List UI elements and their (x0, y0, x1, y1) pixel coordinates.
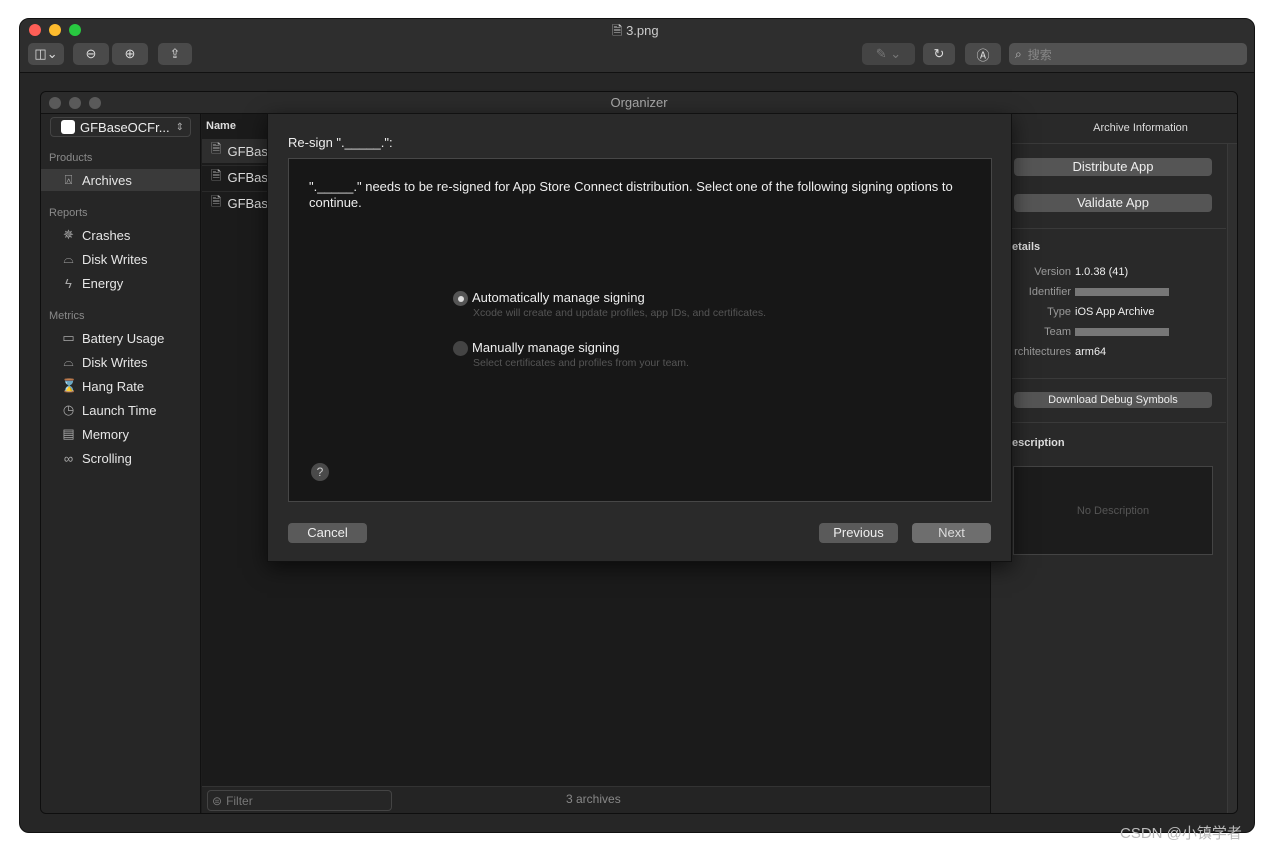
file-icon: 🗎 (612, 23, 627, 38)
zoom-out-icon: ⊖ (85, 46, 97, 61)
help-button[interactable]: ? (311, 463, 329, 481)
column-header-name[interactable]: Name (206, 120, 236, 132)
crash-icon: ✵ (63, 227, 74, 242)
bolt-icon: ϟ (65, 275, 72, 291)
help-icon: ? (316, 465, 324, 479)
archive-count: 3 archives (566, 792, 621, 806)
archive-file-icon: 🗎 (211, 167, 222, 183)
markup-button[interactable]: ✎ ⌄ (862, 43, 915, 65)
hourglass-icon: ⌛ (61, 378, 78, 393)
redacted-identifier (1075, 288, 1169, 296)
pen-icon: ✎ ⌄ (875, 46, 902, 61)
architectures-row: rchitectures arm64 (1014, 346, 1107, 358)
sidebar-item-hang-rate[interactable]: ⌛ Hang Rate (41, 375, 200, 397)
sidebar-icon: ◫⌄ (34, 46, 58, 61)
resign-message: "._____." needs to be re-signed for App … (309, 179, 953, 210)
watermark: CSDN @小镇学者 (1120, 825, 1242, 842)
sidebar-item-scrolling[interactable]: ∞ Scrolling (41, 447, 200, 469)
sidebar: GFBaseOCFr... ⇕ Products ⍓ Archives Repor… (41, 114, 201, 813)
disk-icon: ⌓ (63, 251, 74, 266)
validate-app-button[interactable]: Validate App (1014, 194, 1212, 212)
cancel-button[interactable]: Cancel (288, 523, 367, 543)
zoom-in-button[interactable]: ⊕ (112, 43, 148, 65)
archive-file-icon: 🗎 (211, 141, 222, 156)
organizer-titlebar: Organizer (41, 92, 1237, 114)
download-debug-symbols-button[interactable]: Download Debug Symbols (1014, 392, 1212, 408)
description-heading: escription (1012, 437, 1065, 449)
memory-icon: ▤ (62, 426, 75, 441)
zoom-button[interactable] (89, 97, 101, 109)
rotate-button[interactable]: ↻ (923, 43, 955, 65)
table-row[interactable]: 🗎 GFBas (202, 139, 272, 163)
close-button[interactable] (29, 24, 41, 36)
clock-icon: ◷ (62, 402, 75, 417)
identifier-row: Identifier (991, 286, 1231, 298)
archive-file-icon: 🗎 (211, 193, 222, 209)
team-row: Team (991, 326, 1231, 338)
section-products: Products (49, 152, 93, 164)
disk-icon: ⌓ (63, 354, 74, 369)
share-button[interactable]: ⇪ (158, 43, 192, 65)
version-row: Version 1.0.38 (41) (1034, 266, 1129, 278)
section-metrics: Metrics (49, 310, 85, 322)
section-reports: Reports (49, 207, 88, 219)
table-row[interactable]: 🗎 GFBas (202, 165, 272, 189)
sidebar-item-battery-usage[interactable]: ▭ Battery Usage (41, 327, 200, 349)
sidebar-item-disk-writes-metric[interactable]: ⌓ Disk Writes (41, 351, 200, 373)
sheet-title: Re-sign "._____.": (288, 135, 393, 150)
minimize-button[interactable] (49, 24, 61, 36)
sidebar-item-disk-writes[interactable]: ⌓ Disk Writes (41, 248, 200, 270)
list-footer: ⊜ Filter 3 archives (202, 786, 990, 813)
archive-icon: ⍓ (64, 172, 73, 187)
details-heading: etails (1012, 241, 1041, 253)
rotate-icon: ↻ (933, 46, 945, 61)
table-row[interactable]: 🗎 GFBas (202, 191, 272, 215)
search-icon: ⌕ (1015, 46, 1022, 61)
sidebar-item-memory[interactable]: ▤ Memory (41, 423, 200, 445)
sidebar-item-archives[interactable]: ⍓ Archives (41, 169, 200, 191)
distribute-app-button[interactable]: Distribute App (1014, 158, 1212, 176)
sidebar-item-crashes[interactable]: ✵ Crashes (41, 224, 200, 246)
filter-input[interactable]: ⊜ Filter (207, 790, 392, 811)
markup-icon: Ⓐ (976, 47, 990, 63)
minimize-button[interactable] (69, 97, 81, 109)
updown-chevron-icon: ⇕ (175, 121, 184, 133)
scheme-selector[interactable]: GFBaseOCFr... ⇕ (50, 117, 191, 137)
app-icon (61, 120, 75, 134)
zoom-out-button[interactable]: ⊖ (73, 43, 109, 65)
type-row: Type iOS App Archive (1047, 306, 1155, 318)
radio-automatic[interactable] (453, 291, 468, 306)
scroll-icon: ∞ (63, 450, 74, 466)
window-title: 🗎 3.png (612, 23, 659, 38)
close-button[interactable] (49, 97, 61, 109)
scrollbar[interactable] (1227, 144, 1237, 813)
resign-sheet: Re-sign "._____.": "._____." needs to be… (267, 113, 1012, 562)
radio-manual[interactable] (453, 341, 468, 356)
preview-toolbar: 🗎 3.png ◫⌄ ⊖ ⊕ ⇪ ✎ ⌄ ↻ Ⓐ ⌕ 搜索 (20, 19, 1254, 73)
archive-information-panel: Archive Information Distribute App Valid… (990, 114, 1237, 813)
zoom-in-icon: ⊕ (124, 46, 136, 61)
annotate-button[interactable]: Ⓐ (965, 43, 1001, 65)
sidebar-item-energy[interactable]: ϟ Energy (41, 272, 200, 294)
battery-icon: ▭ (62, 330, 75, 345)
sheet-content: "._____." needs to be re-signed for App … (288, 158, 992, 502)
search-input[interactable]: ⌕ 搜索 (1009, 43, 1247, 65)
next-button[interactable]: Next (912, 523, 991, 543)
description-field[interactable]: No Description (1013, 466, 1213, 555)
share-icon: ⇪ (169, 46, 181, 61)
sidebar-toggle-button[interactable]: ◫⌄ (28, 43, 64, 65)
sidebar-item-launch-time[interactable]: ◷ Launch Time (41, 399, 200, 421)
zoom-button[interactable] (69, 24, 81, 36)
previous-button[interactable]: Previous (819, 523, 898, 543)
redacted-team (1075, 328, 1169, 336)
filter-icon: ⊜ (212, 793, 223, 808)
panel-title: Archive Information (991, 114, 1237, 144)
